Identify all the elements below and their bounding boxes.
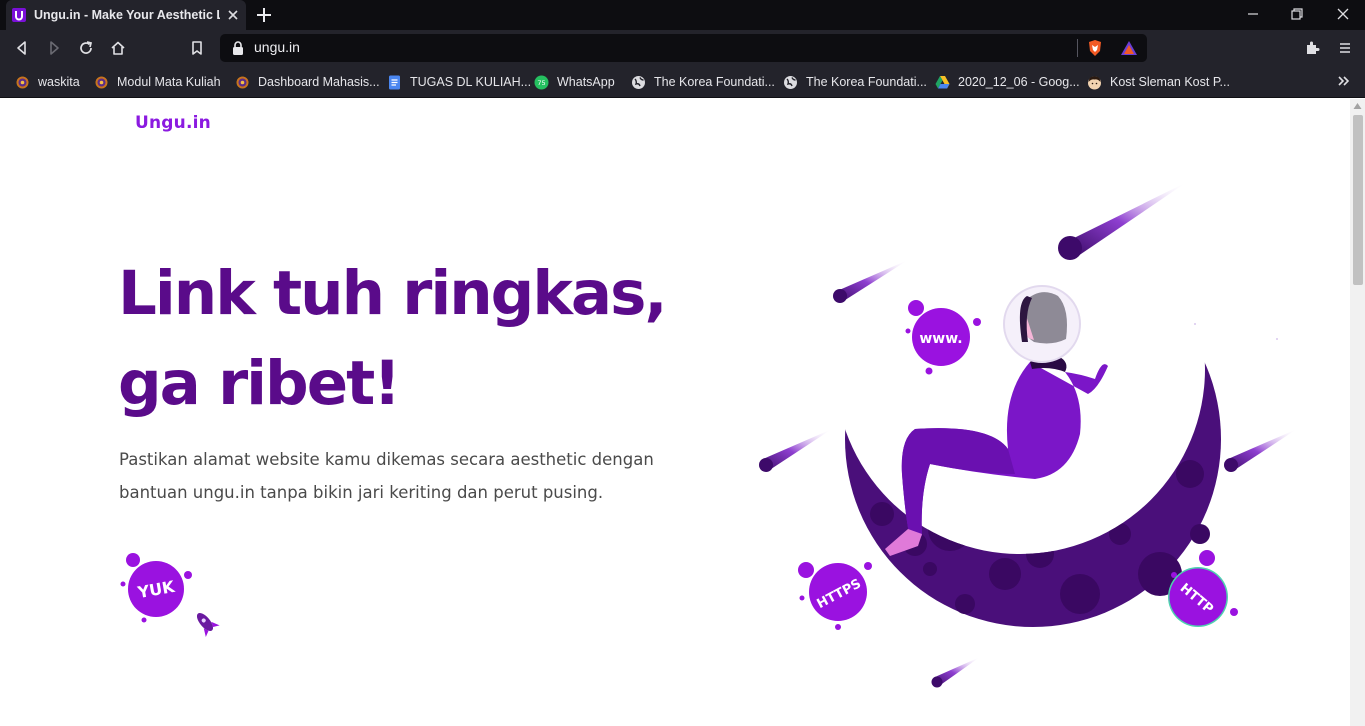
url-text[interactable]: ungu.in [254,39,300,55]
globe-icon [784,75,797,89]
avatar-icon [1088,75,1101,89]
restore-icon[interactable] [1290,7,1304,21]
brave-shields-icon[interactable] [1086,39,1104,57]
hero-description: Pastikan alamat website kamu dikemas sec… [119,450,654,502]
bookmark-item[interactable]: 2020_12_06 - Goog... [935,72,1080,92]
close-tab-icon[interactable] [226,8,240,22]
whatsapp-badge: 75 [537,79,545,87]
bookmark-icon[interactable] [189,40,205,56]
meteor-icon [1058,182,1187,260]
www-label: www. [919,331,962,347]
menu-icon[interactable] [1337,40,1353,56]
scrollbar-thumb[interactable] [1353,115,1363,285]
bookmark-label: Kost Sleman Kost P... [1110,75,1230,89]
home-icon[interactable] [110,40,126,56]
meteor-icon [931,657,980,688]
chevron-double-right-icon[interactable] [1336,74,1350,88]
docs-icon [389,75,400,89]
bookmark-label: 2020_12_06 - Goog... [958,75,1080,89]
yuk-cta-button[interactable]: YUK [118,546,228,641]
tab-bar: Ungu.in - Make Your Aesthetic Link [0,0,1365,30]
globe-icon [632,75,645,89]
google-drive-icon [935,75,950,88]
gear-icon [236,76,249,88]
minimize-icon[interactable] [1246,7,1260,21]
meteor-icon [1224,429,1297,472]
bookmark-label: WhatsApp [557,75,615,89]
new-tab-icon[interactable] [256,7,272,23]
back-icon[interactable] [14,40,30,56]
close-window-icon[interactable] [1336,7,1350,21]
reload-icon[interactable] [78,40,94,56]
tab-title: Ungu.in - Make Your Aesthetic Link [34,8,220,22]
meteor-icon [759,429,832,472]
meteor-icon [833,260,908,303]
bookmark-item[interactable]: Modul Mata Kuliah [94,72,221,92]
bookmark-label: Dashboard Mahasis... [258,75,380,89]
hero-illustration: www. HTTPS HTTP [759,182,1297,688]
ungu-favicon-icon [12,8,26,22]
bookmark-item[interactable]: TUGAS DL KULIAH... [387,72,531,92]
gear-icon [95,76,108,88]
bookmark-item[interactable]: The Korea Foundati... [783,72,927,92]
bookmark-label: Modul Mata Kuliah [117,75,221,89]
bookmark-item[interactable]: Kost Sleman Kost P... [1087,72,1230,92]
gear-icon [16,76,29,88]
http-bubble: HTTP [1168,550,1238,627]
address-bar-divider [1077,39,1078,57]
extensions-icon[interactable] [1304,40,1320,56]
forward-icon[interactable] [46,40,62,56]
bookmark-item[interactable]: Dashboard Mahasis... [235,72,380,92]
rocket-icon [196,612,220,637]
site-logo[interactable]: Ungu.in [135,113,211,133]
https-bubble: HTTPS [798,562,872,630]
whatsapp-icon: 75 [534,75,549,89]
bookmark-label: waskita [38,75,80,89]
browser-toolbar: ungu.in [0,30,1365,66]
bookmark-label: The Korea Foundati... [806,75,927,89]
bookmark-label: TUGAS DL KULIAH... [410,75,532,89]
lock-icon [233,41,243,55]
headline-line-2: ga ribet! [118,348,401,419]
bookmark-item[interactable]: waskita [15,72,80,92]
browser-tab[interactable]: Ungu.in - Make Your Aesthetic Link [6,0,246,30]
bookmarks-bar: waskita Modul Mata Kuliah Dashboard Maha… [0,66,1365,98]
address-bar[interactable]: ungu.in [220,34,1147,62]
bookmark-item[interactable]: 75 WhatsApp [534,72,615,92]
scroll-up-arrow-icon[interactable] [1353,102,1362,110]
page-scrollbar[interactable] [1350,99,1365,726]
bookmark-item[interactable]: The Korea Foundati... [631,72,775,92]
headline-line-1: Link tuh ringkas, [118,258,668,329]
hero-headline: Link tuh ringkas, ga ribet! [118,249,718,429]
bookmark-label: The Korea Foundati... [654,75,775,89]
sparkle [1276,338,1278,340]
brave-rewards-icon[interactable] [1120,40,1138,56]
sparkle [1194,323,1196,325]
web-page: Ungu.in Link tuh ringkas, ga ribet! Past… [0,99,1365,726]
